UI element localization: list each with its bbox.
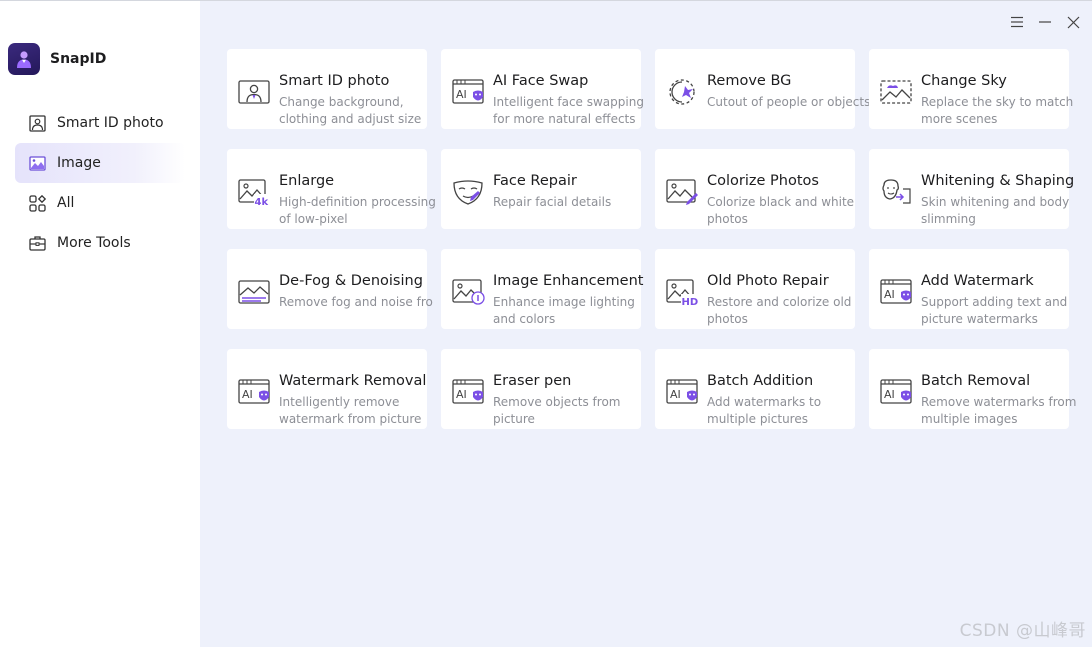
sidebar-item-label: More Tools (57, 235, 131, 251)
enhance-icon (451, 277, 485, 307)
defog-icon (237, 277, 271, 307)
card-description: Enhance image lighting and colors (493, 295, 635, 326)
ai-watermark-icon: AI (665, 377, 699, 407)
svg-text:AI: AI (456, 388, 467, 401)
id-photo-icon (28, 114, 46, 132)
sidebar-item-all[interactable]: All (15, 183, 185, 223)
tool-card-face-repair[interactable]: Face Repair Repair facial details (441, 149, 641, 229)
tool-card-image-enhancement[interactable]: Image Enhancement Enhance image lighting… (441, 249, 644, 329)
sidebar-item-label: Image (57, 155, 101, 171)
svg-text:AI: AI (456, 88, 467, 101)
sidebar: SnapID Smart ID photo Image All More Too… (0, 1, 200, 647)
svg-text:AI: AI (884, 288, 895, 301)
tool-card-old-photo-repair[interactable]: HD Old Photo Repair Restore and colorize… (655, 249, 855, 329)
hd-photo-icon: HD (665, 277, 699, 308)
ai-watermark-icon: AI (237, 377, 271, 407)
face-shape-icon (879, 177, 913, 207)
tool-card-change-sky[interactable]: Change Sky Replace the sky to match more… (869, 49, 1073, 129)
card-description: Add watermarks to multiple pictures (707, 395, 822, 426)
tool-card-add-watermark[interactable]: AI Add Watermark Support adding text and… (869, 249, 1069, 329)
tool-card-whitening-shaping[interactable]: Whitening & Shaping Skin whitening and b… (869, 149, 1074, 229)
menu-button[interactable] (1007, 12, 1027, 32)
tool-card-enlarge[interactable]: 4k Enlarge High-definition processing of… (227, 149, 436, 229)
card-title: Watermark Removal (279, 373, 427, 389)
card-title: Image Enhancement (493, 273, 644, 289)
menu-icon (1011, 16, 1023, 28)
tool-card-colorize-photos[interactable]: Colorize Photos Colorize black and white… (655, 149, 855, 229)
card-title: Face Repair (493, 173, 577, 189)
card-description: Intelligently remove watermark from pict… (279, 395, 422, 426)
ai-watermark-icon: AI (879, 377, 913, 407)
ai-watermark-icon: AI (879, 277, 913, 307)
svg-text:HD: HD (682, 297, 699, 307)
card-title: Batch Addition (707, 373, 814, 389)
card-title: Add Watermark (921, 273, 1034, 289)
tool-card-batch-removal[interactable]: AI Batch Removal Remove watermarks from … (869, 349, 1076, 429)
sidebar-item-smart-id-photo[interactable]: Smart ID photo (15, 103, 185, 143)
tool-card-defog-denoising[interactable]: De-Fog & Denoising Remove fog and noise … (227, 249, 433, 329)
card-description: Change background, clothing and adjust s… (279, 95, 422, 126)
card-title: Eraser pen (493, 373, 572, 389)
card-description: Support adding text and picture watermar… (921, 295, 1068, 326)
tool-card-eraser-pen[interactable]: AI Eraser pen Remove objects from pictur… (441, 349, 641, 429)
card-description: Remove watermarks from multiple images (921, 395, 1077, 426)
card-description: Restore and colorize old photos (707, 295, 852, 326)
svg-text:4k: 4k (255, 197, 269, 207)
sky-icon (879, 77, 913, 107)
close-button[interactable] (1063, 12, 1083, 32)
tool-card-watermark-removal[interactable]: AI Watermark Removal Intelligently remov… (227, 349, 427, 429)
card-description: Remove fog and noise fro (279, 295, 433, 309)
csdn-watermark: CSDN @山峰哥 (959, 621, 1086, 641)
snapid-logo-icon (8, 43, 40, 75)
tool-card-remove-bg[interactable]: Remove BG Cutout of people or objects (655, 49, 870, 129)
card-description: Colorize black and white photos (707, 195, 855, 226)
card-description: High-definition processing of low-pixel (279, 195, 436, 226)
minimize-icon (1039, 21, 1051, 23)
sidebar-item-more-tools[interactable]: More Tools (15, 223, 185, 263)
close-icon (1067, 16, 1079, 28)
mask-icon (451, 177, 485, 207)
sidebar-item-image[interactable]: Image (15, 143, 185, 183)
grid-icon (28, 194, 46, 212)
card-description: Remove objects from picture (493, 395, 621, 426)
tool-card-batch-addition[interactable]: AI Batch Addition Add watermarks to mult… (655, 349, 855, 429)
card-title: Enlarge (279, 173, 335, 189)
brand: SnapID (8, 43, 106, 75)
card-title: Change Sky (921, 73, 1007, 89)
card-description: Replace the sky to match more scenes (921, 95, 1074, 126)
svg-text:AI: AI (242, 388, 253, 401)
card-title: De-Fog & Denoising (279, 273, 423, 289)
card-title: Remove BG (707, 73, 792, 89)
svg-text:AI: AI (670, 388, 681, 401)
svg-text:AI: AI (884, 388, 895, 401)
colorize-icon (665, 177, 699, 207)
enlarge-4k-icon: 4k (237, 177, 271, 208)
image-icon (28, 154, 46, 172)
remove-bg-icon (665, 77, 699, 107)
ai-face-icon: AI (451, 77, 485, 107)
card-title: AI Face Swap (493, 73, 589, 89)
card-title: Batch Removal (921, 373, 1031, 389)
minimize-button[interactable] (1035, 12, 1055, 32)
card-description: Cutout of people or objects (707, 95, 871, 109)
sidebar-item-label: Smart ID photo (57, 115, 164, 131)
ai-watermark-icon: AI (451, 377, 485, 407)
sidebar-item-label: All (57, 195, 75, 211)
tool-card-smart-id-photo[interactable]: Smart ID photo Change background, clothi… (227, 49, 427, 129)
tool-card-ai-face-swap[interactable]: AI AI Face Swap Intelligent face swappin… (441, 49, 644, 129)
app-name: SnapID (50, 51, 107, 67)
id-photo-icon (237, 77, 271, 107)
card-title: Colorize Photos (707, 173, 819, 189)
card-title: Smart ID photo (279, 73, 390, 89)
card-description: Intelligent face swapping for more natur… (493, 95, 644, 126)
toolbox-icon (28, 234, 46, 252)
card-description: Repair facial details (493, 195, 612, 209)
card-title: Old Photo Repair (707, 273, 829, 289)
card-description: Skin whitening and body slimming (921, 195, 1070, 226)
card-title: Whitening & Shaping (921, 173, 1075, 189)
